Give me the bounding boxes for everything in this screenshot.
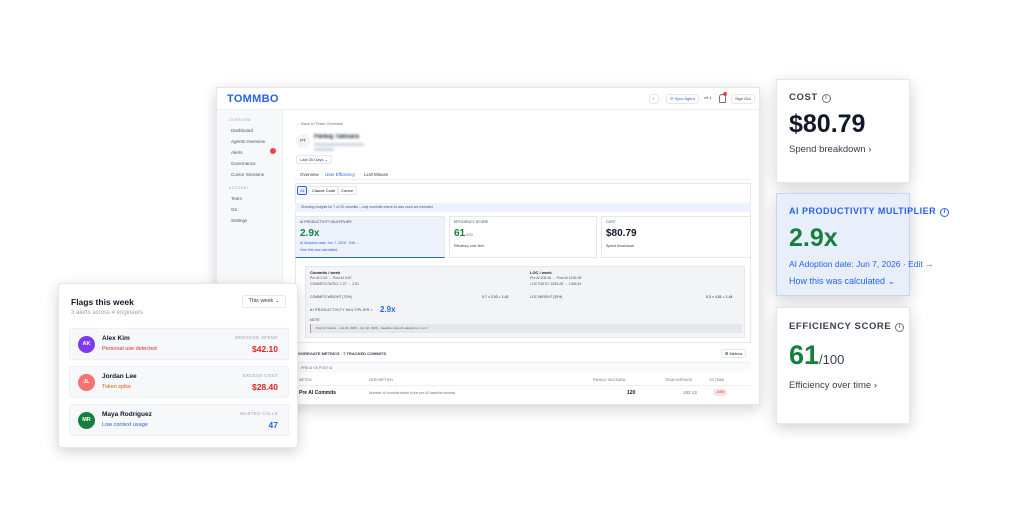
ai-multiplier-card: AI PRODUCTIVITY MULTIPLIER i 2.9x AI Adop… — [776, 193, 950, 296]
metrics-button[interactable]: ⊞ Metrics — [721, 349, 747, 358]
sidebar-item-alerts[interactable]: Alerts — [231, 150, 243, 155]
aggregate-title: AGGREGATE METRICS · 7 TRACKED COMMITS — [295, 351, 387, 356]
sidebar-item-team[interactable]: Team — [231, 196, 242, 201]
table-row-metric: Pre AI Commits — [299, 390, 337, 396]
user-role-blurred — [314, 148, 334, 151]
flag-row[interactable]: AK Alex Kim Personal use detected WEEKEN… — [69, 328, 289, 360]
cost-card: COST i $80.79 Spend breakdown › — [776, 79, 910, 183]
logo[interactable]: TOMMBO — [227, 93, 279, 105]
flag-tag: Personal use detected — [102, 346, 157, 352]
info-banner: Showing insights for 7 of 20 commits – o… — [295, 203, 751, 212]
chevron-right-icon: › — [873, 380, 878, 391]
chevron-right-icon: › — [868, 144, 872, 155]
table-row-team-avg: 182.13 — [683, 390, 697, 395]
flag-tag: Low context usage — [102, 422, 148, 428]
flag-tag: Token spike — [102, 384, 132, 390]
cost-value: $80.79 — [789, 110, 866, 138]
sidebar-item-git[interactable]: Git — [231, 207, 237, 212]
back-arrow-button[interactable]: ‹ — [649, 94, 659, 104]
week-filter-select[interactable]: This week ⌄ — [242, 295, 286, 308]
spend-breakdown-link[interactable]: Spend breakdown › — [789, 144, 871, 155]
table-header-divider — [295, 385, 751, 386]
how-calculated-toggle[interactable]: How this was calculated ⌄ — [789, 276, 895, 287]
efficiency-value: 61/100 — [789, 340, 845, 370]
tab-llm-misuse[interactable]: LLM Misuse — [364, 172, 388, 177]
table-row-description: Number of commits taken in the pre AI ba… — [369, 391, 456, 395]
tab-user-efficiency[interactable]: User Efficiency — [325, 172, 355, 177]
mini-cost-card[interactable]: COST $80.79 Spend breakdown — [601, 216, 751, 258]
date-range-select[interactable]: Last 30 Days ⌄ — [296, 155, 332, 164]
efficiency-over-time-link[interactable]: Efficiency over time › — [789, 380, 877, 391]
sidebar-item-dashboard[interactable]: Dashboard — [231, 128, 253, 133]
flags-card: Flags this week 3 alerts across 4 engine… — [58, 283, 298, 448]
flag-row[interactable]: JL Jordan Lee Token spike EXCESS COST $2… — [69, 366, 289, 398]
table-row-user-value: 120 — [627, 390, 636, 396]
notification-dot — [723, 92, 727, 96]
avatar: AK — [78, 336, 95, 353]
info-icon[interactable]: i — [821, 94, 831, 103]
back-link[interactable]: ← Back to Team Overview — [296, 121, 343, 126]
info-icon[interactable]: i — [895, 323, 905, 332]
calculation-box: Commits / week Pre AI 2.09 → Post AI 5.8… — [305, 266, 745, 338]
flags-title: Flags this week — [71, 297, 134, 307]
mini-ai-card[interactable]: AI PRODUCTIVITY MULTIPLIER 2.9x AI Adopt… — [295, 216, 445, 258]
sidebar-section-account: ACCOUNT — [229, 186, 250, 190]
avatar: MR — [78, 412, 95, 429]
ai-multiplier-value: 2.9x — [789, 224, 838, 252]
top-bar: TOMMBO ‹ ⟳ Sync Agent v9.1 Sign Out — [217, 88, 759, 110]
user-name: Pankaj Talesara — [314, 134, 359, 140]
ai-adoption-edit-link[interactable]: AI Adoption date: Jun 7, 2026 · Edit → — [789, 259, 934, 269]
filter-claude-code[interactable]: Claude Code — [308, 186, 340, 195]
sidebar-section-overview: OVERVIEW — [229, 118, 252, 122]
filter-cursor[interactable]: Cursor — [337, 186, 358, 195]
avatar: JL — [78, 374, 95, 391]
tab-overview[interactable]: Overview — [300, 172, 319, 177]
user-email-blurred — [314, 143, 364, 146]
sidebar-item-agents-overview[interactable]: Agents Overview — [231, 139, 265, 144]
table-subheader: PRE AI VS POST AI — [295, 362, 751, 372]
table-row-vs-team: -34% — [713, 389, 728, 396]
sidebar-item-settings[interactable]: Settings — [231, 218, 247, 223]
info-icon[interactable]: i — [940, 208, 950, 217]
tabs-divider — [295, 179, 751, 180]
chevron-down-icon: ⌄ — [887, 276, 896, 286]
sidebar-item-cursor-sessions[interactable]: Cursor Sessions — [231, 172, 264, 177]
flag-row[interactable]: MR Maya Rodriguez Low context usage WAST… — [69, 404, 289, 436]
sidebar-item-governance[interactable]: Governance — [231, 161, 256, 166]
sync-agent-button[interactable]: ⟳ Sync Agent — [666, 94, 699, 104]
sign-out-button[interactable]: Sign Out — [731, 94, 755, 104]
mini-efficiency-card[interactable]: EFFICIENCY SCORE 61/100 Efficiency over … — [449, 216, 597, 258]
filter-all[interactable]: All — [297, 186, 308, 195]
flags-subtitle: 3 alerts across 4 engineers — [71, 310, 144, 316]
avatar: PT — [296, 134, 310, 148]
efficiency-card: EFFICIENCY SCORE i 61/100 Efficiency over… — [776, 307, 910, 424]
alerts-badge — [270, 148, 276, 154]
version-label: v9.1 — [704, 95, 712, 100]
